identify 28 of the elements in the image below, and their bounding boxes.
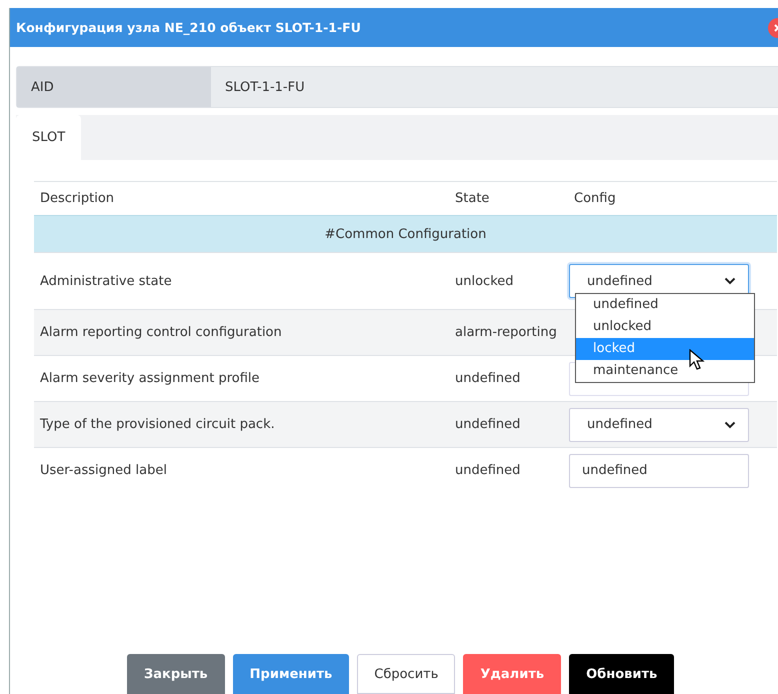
- description-cell-text: User-assigned label: [39, 463, 168, 478]
- chevron-down-icon: [724, 277, 736, 285]
- aid-label: AID: [17, 67, 211, 107]
- column-header: State: [454, 191, 490, 206]
- description-cell-text: Alarm reporting control configuration: [39, 325, 283, 340]
- config-select[interactable]: undefined: [569, 408, 749, 442]
- group-header: #Common Configuration: [34, 215, 777, 252]
- dropdown-option[interactable]: unlocked: [576, 316, 754, 338]
- window-title: Конфигурация узла NE_210 объект SLOT-1-1-FU: [16, 20, 361, 35]
- column-header: Description: [39, 191, 116, 206]
- mouse-pointer-icon: [689, 349, 705, 371]
- state-cell-text: undefined: [454, 371, 522, 386]
- aid-value: SLOT-1-1-FU: [224, 78, 305, 96]
- action-button[interactable]: Сбросить: [357, 654, 456, 694]
- description-cell-text: Alarm severity assignment profile: [39, 371, 261, 386]
- description-cell-text: Administrative state: [39, 274, 173, 288]
- action-button[interactable]: Закрыть: [127, 654, 225, 694]
- description-cell-text: Type of the provisioned circuit pack.: [39, 417, 276, 432]
- state-cell-text: unlocked: [454, 274, 515, 288]
- dropdown-option[interactable]: maintenance: [576, 360, 754, 382]
- state-cell-text: undefined: [454, 463, 522, 478]
- tab[interactable]: SLOT: [16, 115, 82, 160]
- state-cell-text: alarm-reporting: [454, 325, 558, 340]
- chevron-down-icon: [724, 420, 736, 428]
- config-input[interactable]: undefined: [569, 454, 749, 488]
- state-cell-text: undefined: [454, 417, 522, 432]
- column-header: Config: [573, 191, 617, 206]
- action-button[interactable]: Обновить: [569, 654, 674, 694]
